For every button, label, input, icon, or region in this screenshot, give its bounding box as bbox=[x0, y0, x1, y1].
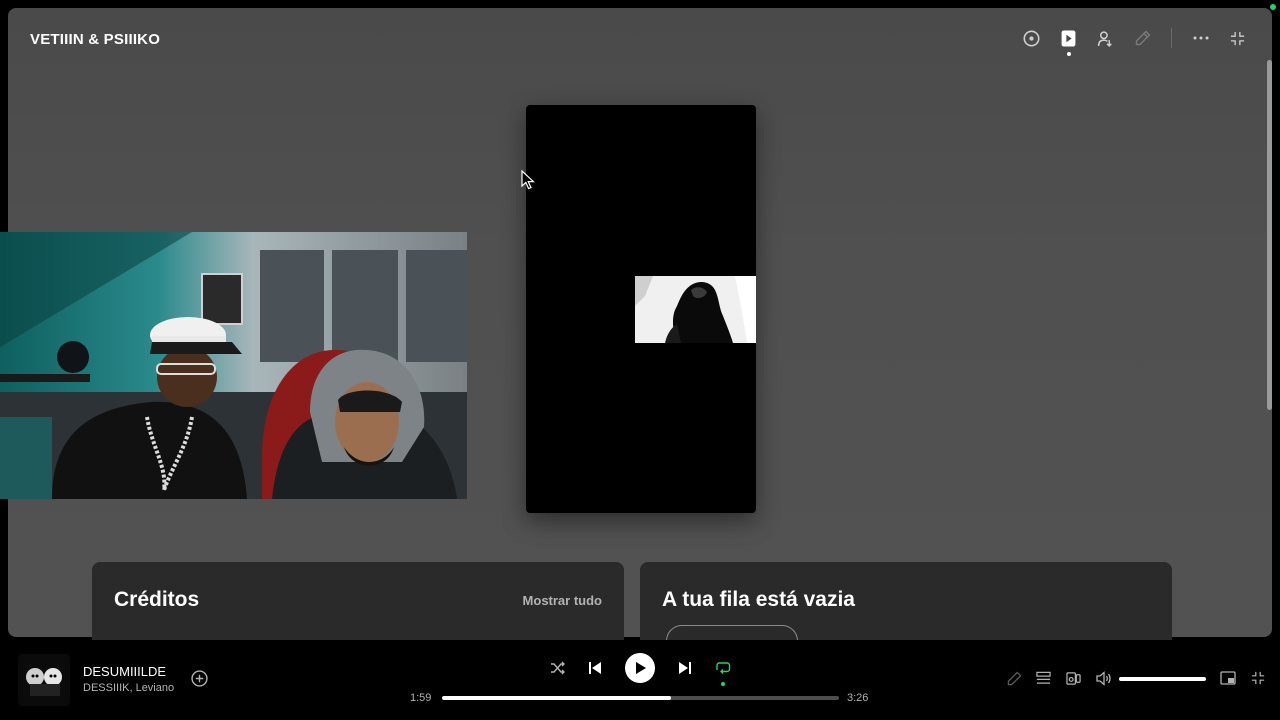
disc-icon[interactable] bbox=[1013, 26, 1050, 50]
track-artists[interactable]: DESSIIIK, Leviano bbox=[83, 682, 174, 694]
friend-activity-icon[interactable] bbox=[1087, 26, 1124, 50]
repeat-icon[interactable] bbox=[710, 652, 736, 686]
credits-card: Créditos Mostrar tudo bbox=[92, 562, 624, 652]
canvas-video-frame bbox=[635, 276, 756, 343]
track-name[interactable]: DESUMIIILDE bbox=[83, 664, 166, 679]
canvas-video[interactable] bbox=[526, 105, 756, 513]
play-button[interactable] bbox=[625, 653, 655, 683]
now-playing-title[interactable]: VETIIIN & PSIIIKO bbox=[30, 31, 160, 48]
webcam-overlay bbox=[0, 232, 467, 499]
repeat-active-dot bbox=[721, 682, 725, 686]
toolbar-divider bbox=[1171, 28, 1172, 48]
volume-slider[interactable] bbox=[1119, 677, 1206, 681]
previous-icon[interactable] bbox=[582, 652, 608, 684]
scrollbar[interactable] bbox=[1267, 60, 1272, 410]
credits-title: Créditos bbox=[114, 588, 200, 611]
add-to-library-icon[interactable] bbox=[191, 670, 208, 692]
mini-player-icon[interactable] bbox=[1217, 666, 1239, 690]
collapse-icon[interactable] bbox=[1219, 26, 1256, 50]
pencil-icon[interactable] bbox=[1124, 26, 1161, 50]
volume-icon[interactable] bbox=[1093, 666, 1115, 690]
connect-device-icon[interactable] bbox=[1062, 666, 1084, 690]
queue-empty-title: A tua fila está vazia bbox=[662, 588, 855, 611]
more-icon[interactable] bbox=[1182, 26, 1219, 50]
show-all-credits-link[interactable]: Mostrar tudo bbox=[523, 593, 602, 608]
player-bar: DESUMIIILDE DESSIIIK, Leviano 1:59 3:26 bbox=[0, 640, 1280, 720]
volume-fill bbox=[1119, 677, 1206, 681]
fullscreen-icon[interactable] bbox=[1247, 666, 1269, 690]
next-icon[interactable] bbox=[672, 652, 698, 684]
album-art[interactable] bbox=[18, 654, 70, 706]
playback-controls bbox=[545, 652, 736, 686]
total-time: 3:26 bbox=[847, 692, 869, 704]
top-toolbar bbox=[1013, 26, 1256, 56]
status-indicator bbox=[1270, 4, 1276, 10]
progress-bar[interactable] bbox=[442, 696, 839, 700]
lyrics-icon[interactable] bbox=[1003, 666, 1025, 690]
current-time: 1:59 bbox=[410, 692, 432, 704]
pointer-cursor bbox=[521, 169, 535, 195]
queue-icon[interactable] bbox=[1032, 666, 1054, 690]
progress-fill bbox=[442, 696, 672, 700]
shuffle-icon[interactable] bbox=[545, 652, 571, 684]
queue-card: A tua fila está vazia bbox=[640, 562, 1172, 657]
now-playing-view-icon[interactable] bbox=[1050, 26, 1087, 56]
